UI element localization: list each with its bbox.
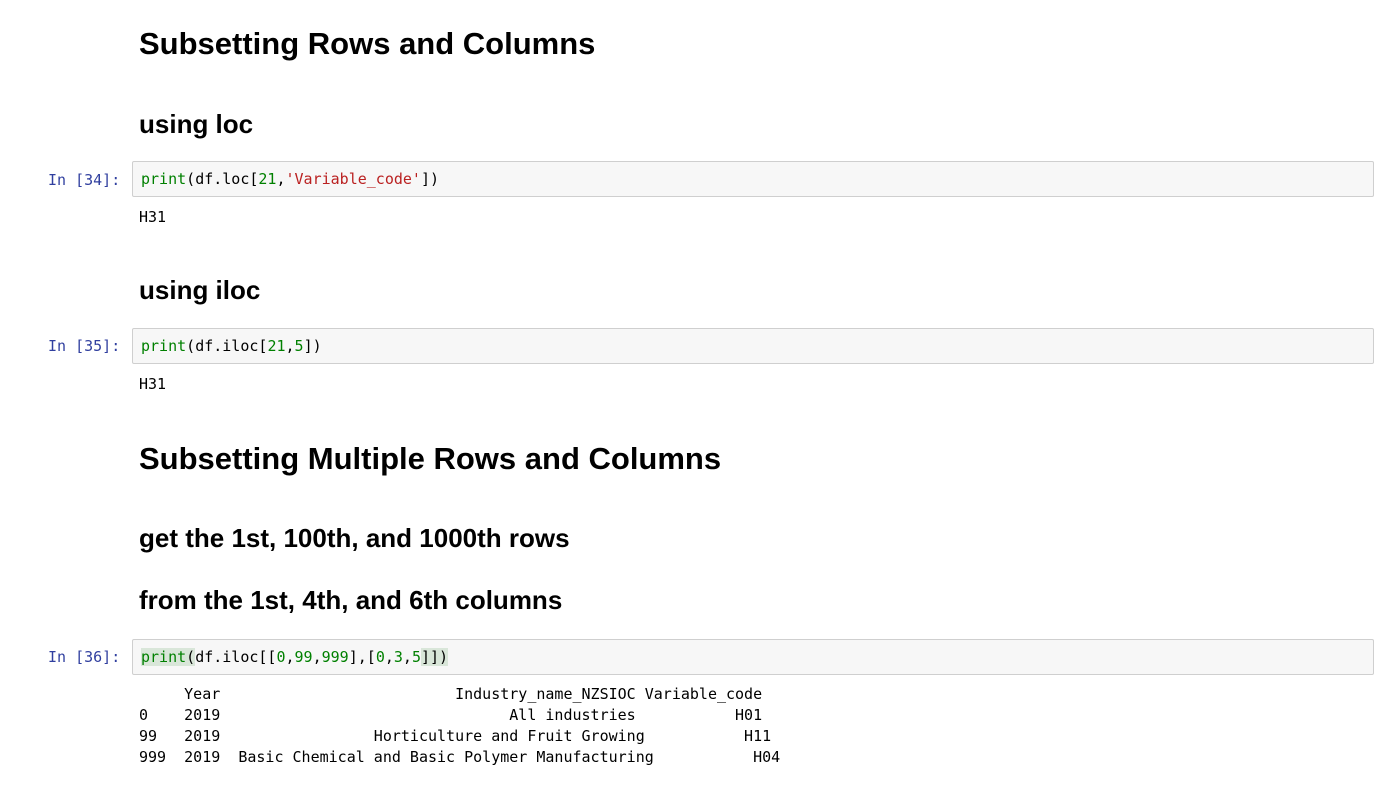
subsection-title: using iloc [139,275,261,305]
section-title: Subsetting Multiple Rows and Columns [139,441,722,476]
dataframe-row: 0 2019 All industries H01 [139,706,763,724]
code-line: print(df.loc[21,'Variable_code']) [141,170,440,188]
subsection-title: from the 1st, 4th, and 6th columns [139,585,563,615]
dataframe-header: Year Industry_name_NZSIOC Variable_code [139,685,763,703]
subsection-title: get the 1st, 100th, and 1000th rows [139,523,570,553]
cell-prompt: In [35]: [48,337,121,355]
code-cell-input[interactable]: print(df.iloc[[0,99,999],[0,3,5]]) [132,639,1374,675]
cell-prompt: In [34]: [48,171,121,189]
subsection-title: using loc [139,109,254,139]
code-line: print(df.iloc[[0,99,999],[0,3,5]]) [141,648,449,666]
dataframe-row: 999 2019 Basic Chemical and Basic Polyme… [139,748,781,766]
dataframe-output: Year Industry_name_NZSIOC Variable_code 0… [139,684,780,768]
code-cell-input[interactable]: print(df.iloc[21,5]) [132,328,1374,364]
cell-output: H31 [139,375,167,393]
section-title: Subsetting Rows and Columns [139,26,596,61]
dataframe-row: 99 2019 Horticulture and Fruit Growing H… [139,727,772,745]
code-line: print(df.iloc[21,5]) [141,337,322,355]
cell-output: H31 [139,208,167,226]
code-cell-input[interactable]: print(df.loc[21,'Variable_code']) [132,161,1374,197]
cell-prompt: In [36]: [48,648,121,666]
